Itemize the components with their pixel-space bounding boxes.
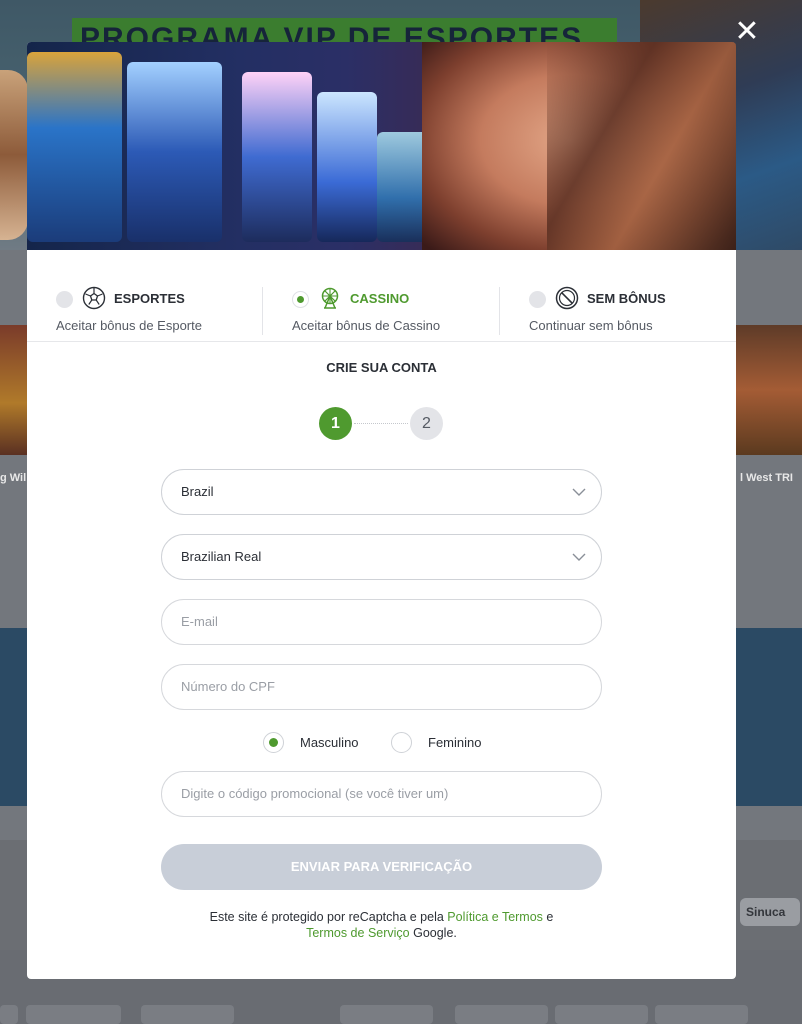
background-sport-card-right (736, 628, 802, 806)
bonus-subtitle: Continuar sem bônus (529, 318, 653, 333)
hair-image (547, 42, 736, 250)
bonus-title: SEM BÔNUS (587, 291, 666, 306)
radio-button-selected[interactable] (292, 291, 309, 308)
currency-value: Brazilian Real (181, 549, 262, 564)
country-select[interactable]: Brazil (161, 469, 602, 515)
step-connector (354, 423, 408, 424)
chevron-down-icon (572, 488, 586, 496)
background-sport-card-left (0, 628, 28, 806)
slot-machine-image (127, 62, 222, 242)
background-category-pill: Sinuca (740, 898, 800, 926)
step-indicator-1: 1 (319, 407, 352, 440)
gender-option-feminino[interactable]: Feminino (391, 732, 501, 754)
slot-machine-image (317, 92, 377, 242)
currency-select[interactable]: Brazilian Real (161, 534, 602, 580)
radio-button-selected[interactable] (263, 732, 284, 753)
background-card-title-right: l West TRI (740, 472, 793, 484)
background-game-card-left (0, 325, 28, 455)
divider (499, 287, 500, 335)
background-tile (455, 1005, 548, 1024)
soccer-ball-icon (82, 286, 106, 310)
bonus-option-esportes[interactable]: ESPORTES Aceitar bônus de Esporte (56, 250, 262, 342)
slot-machine-image (242, 72, 312, 242)
email-field[interactable] (161, 599, 602, 645)
background-tile (0, 1005, 18, 1024)
registration-modal: ESPORTES Aceitar bônus de Esporte CASSIN… (27, 42, 736, 979)
close-icon[interactable]: ✕ (734, 17, 760, 47)
divider (262, 287, 263, 335)
legal-text: Google. (409, 926, 457, 940)
slot-machine-image (27, 52, 122, 242)
legal-text: Este site é protegido por reCaptcha e pe… (209, 910, 448, 924)
background-card-title-left: g Wil (0, 472, 27, 484)
no-symbol-icon (555, 286, 579, 310)
bonus-subtitle: Aceitar bônus de Cassino (292, 318, 441, 333)
cpf-field[interactable] (161, 664, 602, 710)
radio-button[interactable] (391, 732, 412, 753)
gender-label: Masculino (300, 735, 359, 750)
background-left-image (0, 70, 28, 240)
promo-code-input[interactable] (181, 786, 581, 801)
submit-verification-button[interactable]: ENVIAR PARA VERIFICAÇÃO (161, 844, 602, 890)
bonus-option-cassino[interactable]: CASSINO Aceitar bônus de Cassino (292, 250, 498, 342)
email-input[interactable] (181, 614, 581, 629)
background-tile (26, 1005, 121, 1024)
step-indicator-2: 2 (410, 407, 443, 440)
background-tile (555, 1005, 648, 1024)
background-tile (141, 1005, 234, 1024)
radio-button[interactable] (529, 291, 546, 308)
gender-label: Feminino (428, 735, 482, 750)
bonus-title: ESPORTES (114, 291, 185, 306)
policy-terms-link[interactable]: Política e Termos (447, 910, 543, 924)
promo-code-field[interactable] (161, 771, 602, 817)
terms-of-service-link[interactable]: Termos de Serviço (306, 926, 410, 940)
casino-hero-image (27, 42, 736, 250)
cpf-input[interactable] (181, 679, 581, 694)
background-tile (655, 1005, 748, 1024)
form-heading: CRIE SUA CONTA (326, 360, 437, 375)
ferris-wheel-icon (321, 287, 339, 309)
legal-text: e (542, 910, 554, 924)
bonus-selector: ESPORTES Aceitar bônus de Esporte CASSIN… (27, 250, 736, 342)
chevron-down-icon (572, 553, 586, 561)
background-game-card-right (736, 325, 802, 455)
bonus-subtitle: Aceitar bônus de Esporte (56, 318, 202, 333)
recaptcha-notice: Este site é protegido por reCaptcha e pe… (27, 909, 736, 941)
bonus-title: CASSINO (350, 291, 410, 306)
gender-option-masculino[interactable]: Masculino (263, 732, 373, 754)
bonus-option-sem-bonus[interactable]: SEM BÔNUS Continuar sem bônus (529, 250, 729, 342)
background-tile (340, 1005, 433, 1024)
radio-button[interactable] (56, 291, 73, 308)
country-value: Brazil (181, 484, 214, 499)
